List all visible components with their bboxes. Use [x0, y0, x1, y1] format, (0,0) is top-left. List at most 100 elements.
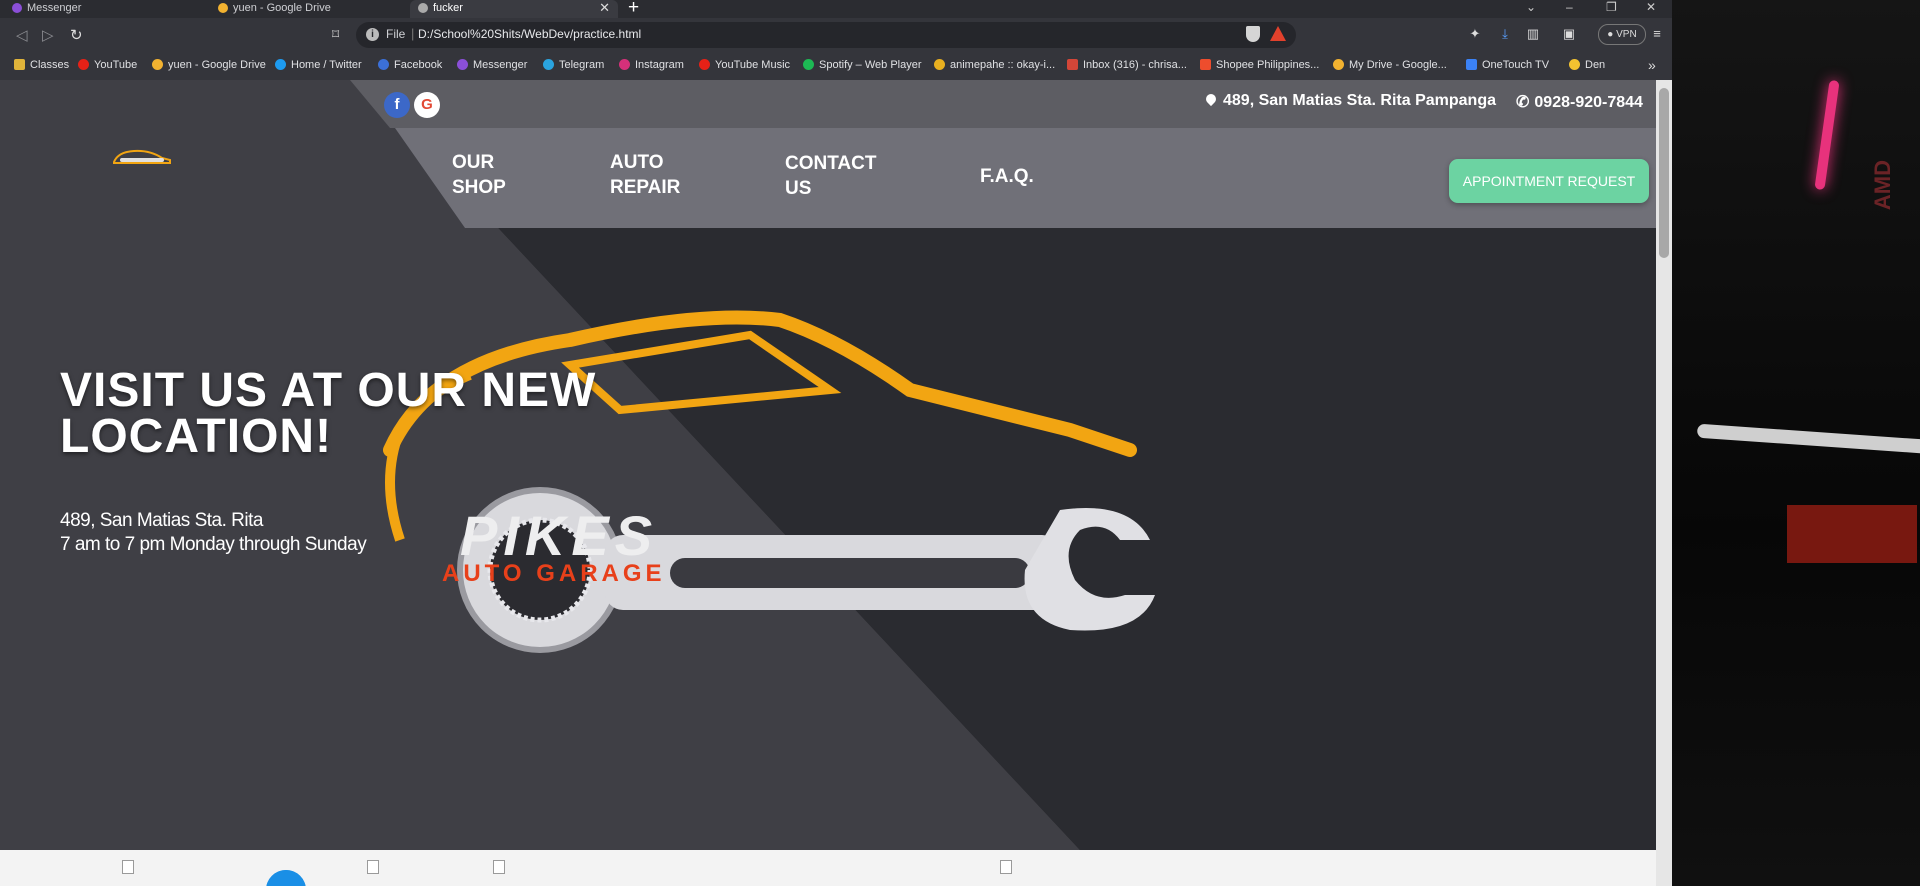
site-logo[interactable] [110, 146, 174, 168]
nav-auto-repair[interactable]: AUTO REPAIR [610, 150, 680, 200]
brave-shield-icon[interactable] [1246, 26, 1260, 42]
extensions-icon[interactable]: ✦ [1468, 27, 1482, 41]
bookmark-label: Home / Twitter [291, 59, 362, 71]
globe-icon [418, 3, 428, 14]
bookmark-messenger[interactable]: Messenger [457, 59, 527, 71]
bookmark-label: Facebook [394, 59, 443, 71]
nav-label: OUR [452, 152, 495, 173]
contact-phone[interactable]: ✆ 0928-920-7844 [1516, 92, 1643, 112]
bookmark-animepahe[interactable]: animepahe :: okay-i... [934, 59, 1055, 71]
browser-toolbar: ◁ ▷ ↻ ⌑ i File | D:/School%20Shits/WebDe… [0, 18, 1672, 52]
bookmark-label: Spotify – Web Player [819, 59, 922, 71]
tab-messenger[interactable]: Messenger [4, 0, 212, 18]
bookmark-label: animepahe :: okay-i... [950, 59, 1056, 71]
address-text: 489, San Matias Sta. Rita Pampanga [1223, 92, 1496, 109]
broken-image-icon [122, 860, 134, 874]
wallet-icon[interactable]: ▣ [1562, 27, 1576, 41]
bookmark-label: OneTouch TV [1482, 59, 1550, 71]
instagram-icon [619, 59, 630, 70]
more-bookmarks-icon[interactable]: » [1648, 57, 1656, 73]
phone-text: 0928-920-7844 [1534, 94, 1643, 111]
sidebar-icon[interactable]: ▥ [1526, 27, 1540, 41]
monitor-screen: Messenger yuen - Google Drive fucker ✕ +… [0, 0, 1672, 886]
youtube-icon [78, 59, 89, 70]
bookmark-telegram[interactable]: Telegram [543, 59, 604, 71]
nav-label: US [785, 178, 812, 199]
bookmark-label: yuen - Google Drive [168, 59, 266, 71]
tab-label: yuen - Google Drive [233, 2, 331, 14]
rgb-light [1814, 79, 1840, 191]
bookmark-youtube[interactable]: YouTube [78, 59, 137, 71]
bookmark-label: YouTube Music [715, 59, 791, 71]
bookmark-den[interactable]: Den [1569, 59, 1605, 71]
menu-icon[interactable]: ≡ [1650, 27, 1664, 41]
bookmark-onetouch-tv[interactable]: OneTouch TV [1466, 59, 1549, 71]
nav-faq[interactable]: F.A.Q. [980, 164, 1034, 189]
animepahe-icon [934, 59, 945, 70]
bookmark-label: Telegram [559, 59, 605, 71]
bookmark-google-drive[interactable]: yuen - Google Drive [152, 59, 266, 71]
bookmarks-bar: Classes YouTube yuen - Google Drive Home… [0, 52, 1672, 81]
tab-active-page[interactable]: fucker ✕ [410, 0, 618, 18]
tab-search-icon[interactable]: ⌄ [1526, 0, 1536, 14]
bookmark-facebook[interactable]: Facebook [378, 59, 442, 71]
next-section-strip [0, 850, 1656, 886]
tab-google-drive[interactable]: yuen - Google Drive [210, 0, 418, 18]
logo-tagline: AUTO GARAGE [442, 560, 666, 587]
page-viewport: f G 489, San Matias Sta. Rita Pampanga ✆… [0, 80, 1656, 886]
bookmark-label: Messenger [473, 59, 528, 71]
scrollbar-thumb[interactable] [1659, 88, 1669, 258]
facebook-icon[interactable]: f [384, 92, 410, 118]
google-icon[interactable]: G [414, 92, 440, 118]
minimize-icon[interactable]: – [1566, 0, 1573, 14]
bookmark-classes[interactable]: Classes [14, 59, 69, 71]
page-scrollbar[interactable] [1656, 80, 1672, 886]
hero-address: 489, San Matias Sta. Rita [60, 510, 263, 531]
nav-our-shop[interactable]: OUR SHOP [452, 150, 506, 200]
maximize-icon[interactable]: ❐ [1606, 0, 1617, 14]
gpu-panel [1787, 505, 1917, 563]
tab-label: Messenger [27, 2, 82, 14]
hero-title: VISIT US AT OUR NEW LOCATION! [60, 367, 780, 461]
bookmark-my-drive[interactable]: My Drive - Google... [1333, 59, 1447, 71]
cable [1696, 423, 1920, 455]
nav-label: REPAIR [610, 177, 681, 198]
new-tab-button[interactable]: + [628, 0, 639, 19]
nav-contact-us[interactable]: CONTACT US [785, 151, 876, 201]
bookmark-icon[interactable]: ⌑ [332, 26, 339, 43]
vpn-button[interactable]: ● VPN [1598, 24, 1646, 45]
google-drive-icon [152, 59, 163, 70]
appointment-request-button[interactable]: APPOINTMENT REQUEST [1449, 159, 1649, 203]
address-bar[interactable]: i File | D:/School%20Shits/WebDev/practi… [356, 22, 1296, 48]
pc-case-logo: AMD [1870, 160, 1895, 211]
bookmark-twitter[interactable]: Home / Twitter [275, 59, 362, 71]
reload-icon[interactable]: ↻ [70, 26, 83, 44]
bookmark-label: Inbox (316) - chrisa... [1083, 59, 1187, 71]
telegram-icon [543, 59, 554, 70]
bookmark-label: Shopee Philippines... [1216, 59, 1320, 71]
spotify-icon [803, 59, 814, 70]
brave-rewards-icon[interactable] [1270, 26, 1286, 41]
bookmark-gmail[interactable]: Inbox (316) - chrisa... [1067, 59, 1187, 71]
broken-image-icon [1000, 860, 1012, 874]
bookmark-shopee[interactable]: Shopee Philippines... [1200, 59, 1319, 71]
nav-label: SHOP [452, 177, 506, 198]
info-icon[interactable]: i [366, 28, 379, 41]
bookmark-instagram[interactable]: Instagram [619, 59, 684, 71]
back-icon[interactable]: ◁ [16, 26, 28, 44]
bookmark-youtube-music[interactable]: YouTube Music [699, 59, 790, 71]
shopee-icon [1200, 59, 1211, 70]
tab-label: fucker [433, 2, 463, 14]
close-window-icon[interactable]: ✕ [1646, 0, 1656, 14]
forward-icon[interactable]: ▷ [42, 26, 54, 44]
bookmark-spotify[interactable]: Spotify – Web Player [803, 59, 922, 71]
download-icon[interactable]: ⤓ [1498, 27, 1512, 41]
phone-icon: ✆ [1516, 94, 1530, 111]
url-text[interactable]: D:/School%20Shits/WebDev/practice.html [418, 27, 641, 41]
location-pin-icon [1203, 91, 1219, 107]
desk-background: AMD [1672, 0, 1920, 886]
close-tab-icon[interactable]: ✕ [599, 0, 610, 16]
tab-strip: Messenger yuen - Google Drive fucker ✕ +… [0, 0, 1672, 18]
gmail-icon [1067, 59, 1078, 70]
bookmark-label: YouTube [94, 59, 138, 71]
